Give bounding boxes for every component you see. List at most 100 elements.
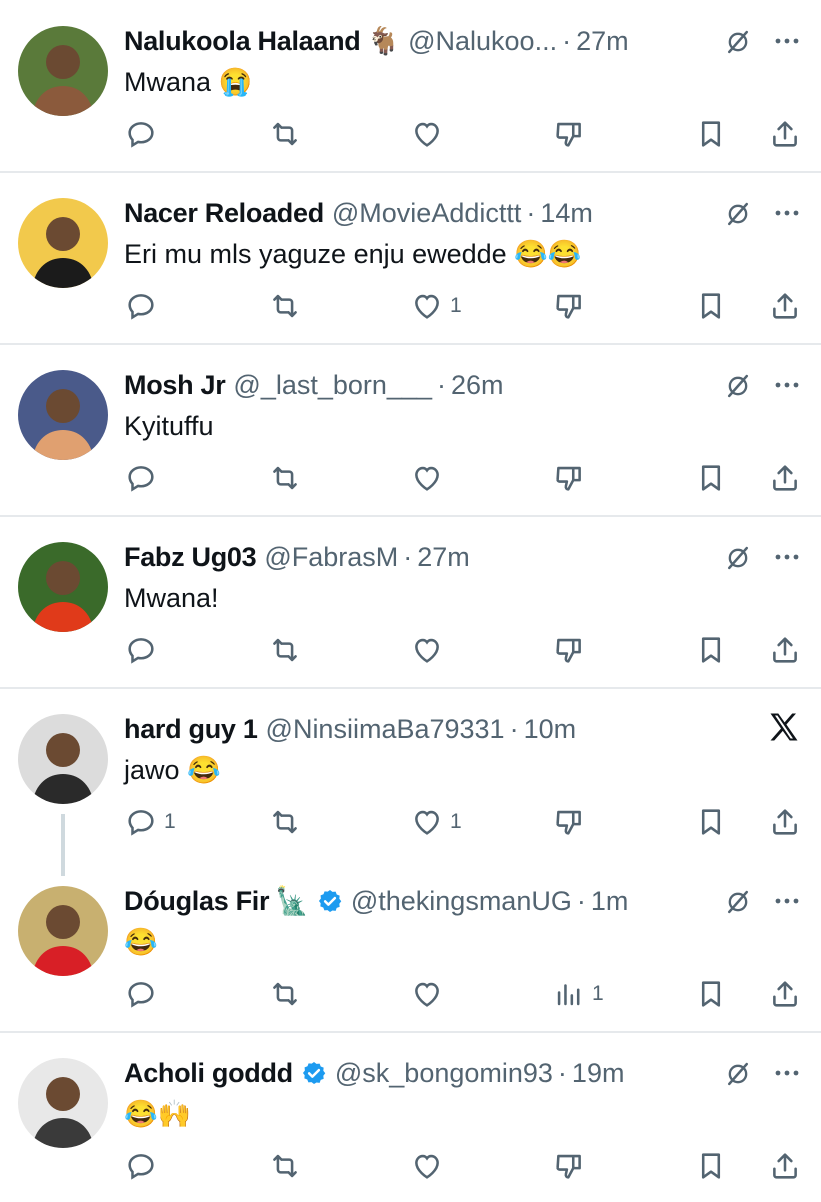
more-icon[interactable] <box>772 547 802 567</box>
reply-button[interactable] <box>124 630 158 670</box>
like-button[interactable] <box>410 974 444 1014</box>
timestamp[interactable]: 27m <box>417 542 470 573</box>
bookmark-button[interactable] <box>694 286 728 326</box>
action-bar: 11 <box>0 802 821 842</box>
grok-icon[interactable] <box>724 544 752 572</box>
tweet-header: Mosh Jr @_last_born___ · 26m <box>124 366 504 404</box>
dislike-button[interactable] <box>552 286 586 326</box>
grok-icon[interactable] <box>724 28 752 56</box>
display-name[interactable]: Dóuglas Fir <box>124 886 270 917</box>
more-icon[interactable] <box>772 1063 802 1083</box>
timestamp[interactable]: 26m <box>451 370 504 401</box>
dislike-button[interactable] <box>552 630 586 670</box>
dislike-button[interactable] <box>552 114 586 154</box>
reply-button[interactable] <box>124 458 158 498</box>
avatar[interactable] <box>18 370 108 460</box>
name-emoji: 🐐 <box>366 26 401 56</box>
more-icon[interactable] <box>772 891 802 911</box>
more-icon[interactable] <box>772 31 802 51</box>
timestamp[interactable]: 14m <box>540 198 593 229</box>
avatar[interactable] <box>18 714 108 804</box>
avatar[interactable] <box>18 542 108 632</box>
tweet-reply[interactable]: Nalukoola Halaand 🐐 @Nalukoo... · 27m Mwana 😭 <box>0 0 821 170</box>
display-name[interactable]: Nacer Reloaded <box>124 198 324 229</box>
timestamp[interactable]: 1m <box>591 886 629 917</box>
tweet-reply[interactable]: Dóuglas Fir 🗽 @thekingsmanUG · 1m 😂 1 <box>0 860 821 1030</box>
user-handle[interactable]: @MovieAddicttt <box>332 198 521 229</box>
tweet-header: Fabz Ug03 @FabrasM · 27m <box>124 538 470 576</box>
avatar[interactable] <box>18 1058 108 1148</box>
like-button[interactable] <box>410 1146 444 1186</box>
share-button[interactable] <box>768 1146 802 1186</box>
retweet-button[interactable] <box>268 802 302 842</box>
share-button[interactable] <box>768 458 802 498</box>
grok-icon[interactable] <box>724 888 752 916</box>
display-name[interactable]: Fabz Ug03 <box>124 542 257 573</box>
user-handle[interactable]: @FabrasM <box>264 542 398 573</box>
user-handle[interactable]: @sk_bongomin93 <box>335 1058 553 1089</box>
reply-button[interactable] <box>124 1146 158 1186</box>
retweet-button[interactable] <box>268 630 302 670</box>
retweet-button[interactable] <box>268 974 302 1014</box>
dislike-button[interactable] <box>552 1146 586 1186</box>
dislike-button[interactable] <box>552 802 586 842</box>
display-name[interactable]: Nalukoola Halaand <box>124 26 361 57</box>
avatar[interactable] <box>18 26 108 116</box>
tweet-reply[interactable]: Nacer Reloaded @MovieAddicttt · 14m Eri mu m… <box>0 172 821 342</box>
user-handle[interactable]: @NinsiimaBa79331 <box>266 714 505 745</box>
avatar[interactable] <box>18 198 108 288</box>
tweet-reply[interactable]: Fabz Ug03 @FabrasM · 27m Mwana! <box>0 516 821 686</box>
grok-icon[interactable] <box>724 372 752 400</box>
user-handle[interactable]: @thekingsmanUG <box>351 886 572 917</box>
display-name[interactable]: Mosh Jr <box>124 370 226 401</box>
like-button[interactable]: 1 <box>410 802 462 842</box>
grok-icon[interactable] <box>724 200 752 228</box>
reply-button[interactable] <box>124 286 158 326</box>
reply-button[interactable] <box>124 974 158 1014</box>
tweet-reply[interactable]: hard guy 1 @NinsiimaBa79331 · 10m jawo 😂 1 1 <box>0 688 821 858</box>
timestamp[interactable]: 10m <box>524 714 577 745</box>
display-name[interactable]: hard guy 1 <box>124 714 258 745</box>
share-button[interactable] <box>768 974 802 1014</box>
tweet-text: jawo 😂 <box>124 755 221 785</box>
bookmark-button[interactable] <box>694 458 728 498</box>
retweet-button[interactable] <box>268 286 302 326</box>
dislike-icon <box>552 1149 586 1183</box>
like-button[interactable] <box>410 458 444 498</box>
more-icon[interactable] <box>772 203 802 223</box>
user-handle[interactable]: @Nalukoo... <box>408 26 557 57</box>
retweet-icon <box>268 805 302 839</box>
user-handle[interactable]: @_last_born___ <box>233 370 432 401</box>
more-icon[interactable] <box>772 375 802 395</box>
timestamp[interactable]: 19m <box>572 1058 625 1089</box>
share-button[interactable] <box>768 286 802 326</box>
grok-icon[interactable] <box>724 1060 752 1088</box>
dislike-button[interactable] <box>552 458 586 498</box>
reply-button[interactable]: 1 <box>124 802 176 842</box>
display-name[interactable]: Acholi goddd <box>124 1058 293 1089</box>
tweet-reply[interactable]: Acholi goddd @sk_bongomin93 · 19m 😂🙌 <box>0 1032 821 1202</box>
bookmark-button[interactable] <box>694 1146 728 1186</box>
share-button[interactable] <box>768 630 802 670</box>
timestamp[interactable]: 27m <box>576 26 629 57</box>
share-button[interactable] <box>768 114 802 154</box>
like-button[interactable]: 1 <box>410 286 462 326</box>
tweet-reply[interactable]: Mosh Jr @_last_born___ · 26m Kyituffu <box>0 344 821 514</box>
reply-button[interactable] <box>124 114 158 154</box>
like-button[interactable] <box>410 630 444 670</box>
like-button[interactable] <box>410 114 444 154</box>
bookmark-button[interactable] <box>694 802 728 842</box>
like-icon <box>410 289 444 323</box>
tweet-header: hard guy 1 @NinsiimaBa79331 · 10m <box>124 710 576 748</box>
bookmark-button[interactable] <box>694 114 728 154</box>
avatar[interactable] <box>18 886 108 976</box>
share-button[interactable] <box>768 802 802 842</box>
views-button[interactable]: 1 <box>552 974 604 1014</box>
retweet-button[interactable] <box>268 1146 302 1186</box>
bookmark-button[interactable] <box>694 630 728 670</box>
retweet-button[interactable] <box>268 458 302 498</box>
like-icon <box>410 461 444 495</box>
like-icon <box>410 977 444 1011</box>
retweet-button[interactable] <box>268 114 302 154</box>
bookmark-button[interactable] <box>694 974 728 1014</box>
